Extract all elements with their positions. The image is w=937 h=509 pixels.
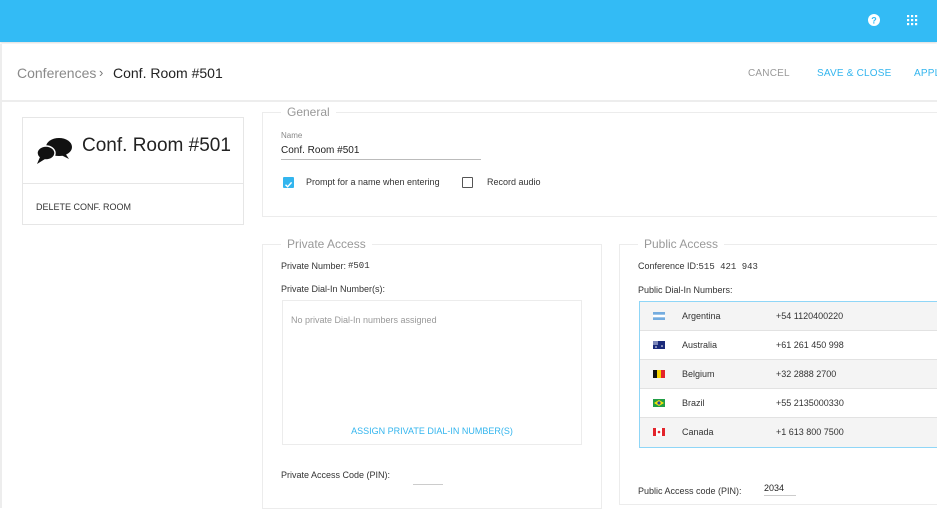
dialin-number: +54 1120400220 bbox=[776, 311, 844, 321]
public-access-legend: Public Access bbox=[644, 237, 719, 251]
australia-flag-icon bbox=[653, 341, 665, 349]
help-icon[interactable]: ? bbox=[866, 12, 882, 28]
assign-private-dialin-button[interactable]: ASSIGN PRIVATE DIAL-IN NUMBER(S) bbox=[283, 426, 581, 436]
dialin-country: Canada bbox=[682, 427, 714, 437]
page-header: Conferences › Conf. Room #501 CANCEL SAV… bbox=[2, 44, 937, 102]
cancel-button[interactable]: CANCEL bbox=[748, 68, 790, 79]
svg-text:?: ? bbox=[871, 16, 877, 26]
name-label: Name bbox=[281, 131, 303, 140]
private-access-legend: Private Access bbox=[287, 237, 366, 251]
private-dialin-label: Private Dial-In Number(s): bbox=[281, 284, 386, 294]
dialin-number: +1 613 800 7500 bbox=[776, 427, 844, 437]
prompt-name-checkbox[interactable] bbox=[283, 177, 294, 188]
public-access-section: Public Access Conference ID:515 421 943 … bbox=[619, 237, 937, 505]
dialin-country: Argentina bbox=[682, 311, 721, 321]
dialin-number: +61 261 450 998 bbox=[776, 340, 844, 350]
record-audio-checkbox[interactable] bbox=[462, 177, 473, 188]
dialin-row[interactable]: Belgium +32 2888 2700 bbox=[640, 360, 937, 389]
apply-button[interactable]: APPL bbox=[914, 68, 937, 79]
dialin-number: +32 2888 2700 bbox=[776, 369, 837, 379]
prompt-name-label: Prompt for a name when entering bbox=[306, 177, 440, 187]
page-content: Conferences › Conf. Room #501 CANCEL SAV… bbox=[0, 44, 937, 509]
public-dialin-table: Argentina +54 1120400220 Australia +61 2… bbox=[639, 301, 937, 448]
dialin-row[interactable]: Argentina +54 1120400220 bbox=[640, 302, 937, 331]
belgium-flag-icon bbox=[653, 370, 665, 378]
save-close-button[interactable]: SAVE & CLOSE bbox=[817, 68, 891, 79]
private-number-label: Private Number: bbox=[281, 261, 347, 271]
private-dialin-list: No private Dial-In numbers assigned ASSI… bbox=[282, 300, 582, 445]
delete-room-button[interactable]: DELETE CONF. ROOM bbox=[36, 202, 131, 212]
canada-flag-icon bbox=[653, 428, 665, 436]
dialin-row[interactable]: Brazil +55 2135000330 bbox=[640, 389, 937, 418]
conference-id-value: 515 421 943 bbox=[698, 262, 758, 272]
dialin-number: +55 2135000330 bbox=[776, 398, 844, 408]
conference-id-label: Conference ID: bbox=[638, 261, 699, 271]
conference-id: Conference ID:515 421 943 bbox=[638, 261, 758, 272]
general-legend: General bbox=[287, 105, 330, 119]
private-number-value: #501 bbox=[348, 261, 370, 271]
dialin-row[interactable]: Canada +1 613 800 7500 bbox=[640, 418, 937, 447]
breadcrumb-conferences[interactable]: Conferences bbox=[17, 65, 96, 81]
argentina-flag-icon bbox=[653, 312, 665, 320]
record-audio-label: Record audio bbox=[487, 177, 541, 187]
brazil-flag-icon bbox=[653, 399, 665, 407]
private-access-section: Private Access Private Number: #501 Priv… bbox=[262, 237, 602, 509]
breadcrumb-current: Conf. Room #501 bbox=[113, 65, 223, 81]
room-title: Conf. Room #501 bbox=[82, 135, 231, 156]
public-dialin-label: Public Dial-In Numbers: bbox=[638, 285, 733, 295]
dialin-country: Australia bbox=[682, 340, 718, 350]
public-pin-input[interactable] bbox=[764, 480, 796, 496]
name-input[interactable] bbox=[281, 142, 481, 160]
private-pin-label: Private Access Code (PIN): bbox=[281, 470, 391, 480]
room-summary-card: Conf. Room #501 DELETE CONF. ROOM bbox=[22, 117, 244, 225]
private-dialin-empty-text: No private Dial-In numbers assigned bbox=[291, 315, 437, 325]
top-app-bar: ? bbox=[0, 0, 937, 42]
card-header: Conf. Room #501 bbox=[23, 118, 243, 184]
private-pin-input[interactable] bbox=[413, 471, 443, 485]
apps-grid-icon[interactable] bbox=[904, 12, 920, 28]
chat-bubbles-icon bbox=[36, 138, 72, 164]
public-pin-label: Public Access code (PIN): bbox=[638, 486, 742, 496]
checkmark-icon bbox=[285, 181, 293, 188]
general-section: General Name Prompt for a name when ente… bbox=[262, 105, 937, 217]
dialin-country: Belgium bbox=[682, 369, 715, 379]
dialin-country: Brazil bbox=[682, 398, 705, 408]
breadcrumb-separator: › bbox=[99, 65, 104, 80]
dialin-row[interactable]: Australia +61 261 450 998 bbox=[640, 331, 937, 360]
